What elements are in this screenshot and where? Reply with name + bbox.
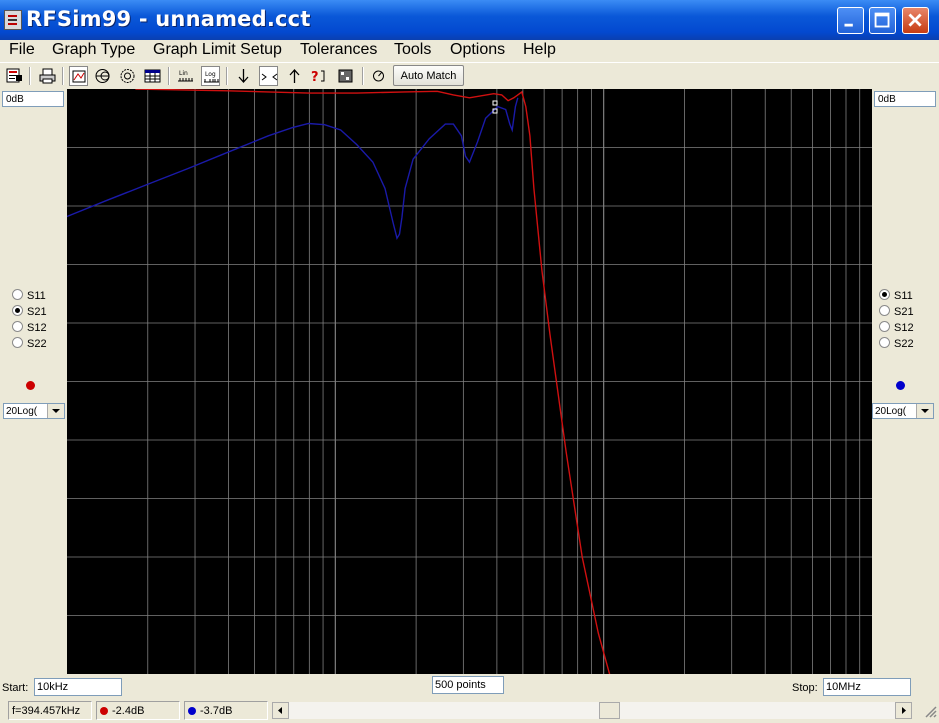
chevron-down-icon xyxy=(916,404,933,418)
right-radio-s22[interactable]: S22 xyxy=(879,337,914,351)
toolbar-separator xyxy=(168,67,170,85)
chevron-down-icon xyxy=(47,404,64,418)
status-bar: f=394.457kHz -2.4dB -3.7dB xyxy=(0,700,939,723)
left-db-label: 0dB xyxy=(2,91,64,107)
left-parameter-panel: 0dB S11 S21 S12 S22 20Log( xyxy=(0,89,67,674)
blue-dot-icon xyxy=(188,707,196,715)
trace-blue xyxy=(66,97,519,240)
horizontal-scrollbar[interactable] xyxy=(272,702,912,719)
toolbar-separator xyxy=(62,67,64,85)
scroll-thumb[interactable] xyxy=(599,702,620,719)
arrow-down-icon[interactable] xyxy=(234,66,253,86)
rect-graph-icon[interactable] xyxy=(69,66,88,86)
close-button[interactable] xyxy=(902,7,929,34)
svg-text:?: ? xyxy=(311,70,319,85)
left-trace-color-dot xyxy=(26,381,35,390)
auto-match-button[interactable]: Auto Match xyxy=(393,65,464,86)
red-dot-icon xyxy=(100,707,108,715)
graph-grid xyxy=(67,89,872,674)
maximize-icon xyxy=(874,12,890,28)
stop-label: Stop: xyxy=(792,682,818,694)
smith-chart-icon[interactable] xyxy=(93,66,112,86)
menu-options[interactable]: Options xyxy=(450,41,505,59)
log-icon[interactable]: Log xyxy=(201,66,220,86)
help-icon[interactable]: ? xyxy=(310,66,329,86)
resize-grip-icon[interactable] xyxy=(923,704,937,718)
start-label: Start: xyxy=(2,682,29,694)
toolbar: Lin Log ? Auto Match xyxy=(0,62,939,90)
scroll-right-button[interactable] xyxy=(895,702,912,719)
table-icon[interactable] xyxy=(143,66,162,86)
minimize-icon xyxy=(844,23,853,27)
tune-icon[interactable] xyxy=(369,66,388,86)
status-blue-value: -3.7dB xyxy=(184,701,268,720)
svg-text:Lin: Lin xyxy=(179,70,188,77)
left-radio-s21[interactable]: S21 xyxy=(12,305,47,319)
menu-tools[interactable]: Tools xyxy=(394,41,431,59)
scroll-left-button[interactable] xyxy=(272,702,289,719)
response-graph-svg xyxy=(66,88,872,723)
minimize-button[interactable] xyxy=(837,7,864,34)
svg-text:Log: Log xyxy=(205,71,216,78)
window-title: RFSim99 - unnamed.cct xyxy=(26,7,311,31)
arrow-up-icon[interactable] xyxy=(285,66,304,86)
right-db-label: 0dB xyxy=(874,91,936,107)
toolbar-separator xyxy=(226,67,228,85)
menu-graph-type[interactable]: Graph Type xyxy=(52,41,135,59)
right-radio-s12[interactable]: S12 xyxy=(879,321,914,335)
marker-red xyxy=(492,100,498,106)
menu-tolerances[interactable]: Tolerances xyxy=(300,41,377,59)
status-frequency: f=394.457kHz xyxy=(8,701,92,720)
left-radio-s12[interactable]: S12 xyxy=(12,321,47,335)
right-trace-color-dot xyxy=(896,381,905,390)
lin-icon[interactable]: Lin xyxy=(176,66,195,86)
chip-icon[interactable] xyxy=(336,66,355,86)
save-icon[interactable] xyxy=(5,66,24,86)
points-input[interactable]: 500 points xyxy=(432,676,504,694)
zoom-icon[interactable] xyxy=(259,66,278,86)
chevron-right-icon xyxy=(902,707,906,714)
app-icon xyxy=(4,10,22,30)
chevron-left-icon xyxy=(278,707,282,714)
status-red-value: -2.4dB xyxy=(96,701,180,720)
response-graph[interactable] xyxy=(66,88,872,723)
start-frequency-input[interactable]: 10kHz xyxy=(34,678,122,696)
toolbar-separator xyxy=(362,67,364,85)
right-radio-s11[interactable]: S11 xyxy=(879,289,913,303)
menu-file[interactable]: File xyxy=(9,41,35,59)
right-scale-select[interactable]: 20Log( xyxy=(872,403,934,419)
polar-icon[interactable] xyxy=(118,66,137,86)
left-scale-select[interactable]: 20Log( xyxy=(3,403,65,419)
right-parameter-panel: 0dB S11 S21 S12 S22 20Log( xyxy=(872,89,939,674)
left-radio-s11[interactable]: S11 xyxy=(12,289,46,303)
maximize-button[interactable] xyxy=(869,7,896,34)
print-icon[interactable] xyxy=(38,66,57,86)
title-bar: RFSim99 - unnamed.cct xyxy=(0,0,939,40)
sweep-controls: Start: 10kHz 500 points Stop: 10MHz xyxy=(0,674,939,700)
left-radio-s22[interactable]: S22 xyxy=(12,337,47,351)
right-radio-s21[interactable]: S21 xyxy=(879,305,914,319)
menu-help[interactable]: Help xyxy=(523,41,556,59)
menu-bar: File Graph Type Graph Limit Setup Tolera… xyxy=(0,40,939,62)
toolbar-separator xyxy=(29,67,31,85)
menu-graph-limit-setup[interactable]: Graph Limit Setup xyxy=(153,41,282,59)
close-icon xyxy=(908,13,922,27)
stop-frequency-input[interactable]: 10MHz xyxy=(823,678,911,696)
